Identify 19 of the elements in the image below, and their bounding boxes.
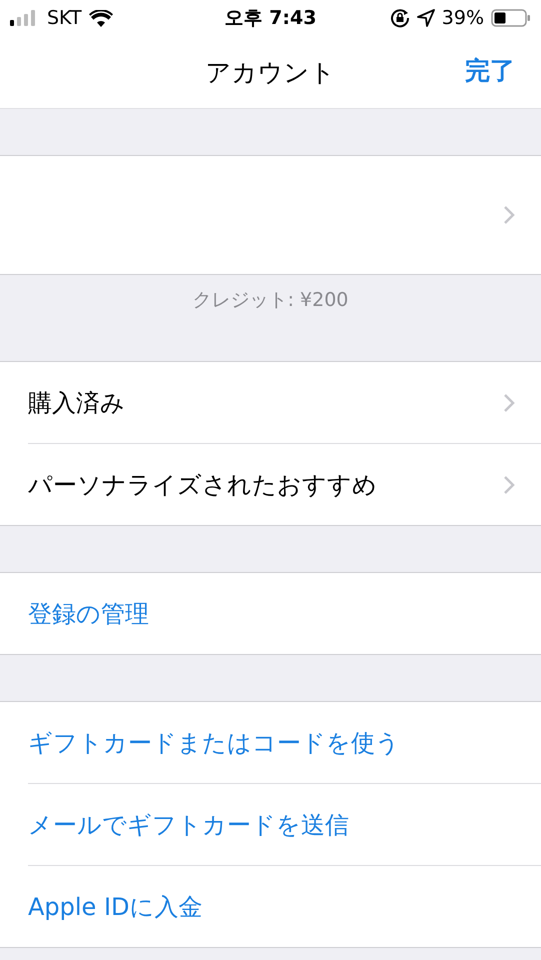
battery-icon xyxy=(491,9,531,27)
list-row[interactable]: ギフトカードまたはコードを使う xyxy=(0,702,541,783)
chevron-icon xyxy=(503,474,515,494)
orientation-lock-icon xyxy=(390,8,410,28)
status-time: 오후 7:43 xyxy=(224,6,316,31)
list-row[interactable]: 購入済み xyxy=(0,362,541,443)
list-row[interactable]: メールでギフトカードを送信 xyxy=(28,783,541,865)
done-button[interactable]: 完了 xyxy=(465,54,515,87)
location-arrow-icon xyxy=(416,9,435,27)
list-row[interactable]: パーソナライズされたおすすめ xyxy=(28,443,541,525)
list-row[interactable]: Apple IDに入金 xyxy=(28,865,541,947)
list-row[interactable]: 登録の管理 xyxy=(0,573,541,654)
credit-text: クレジット: ¥200 xyxy=(192,288,348,313)
battery-percent: 39% xyxy=(442,7,484,29)
carrier-name: SKT xyxy=(47,7,82,29)
wifi-icon xyxy=(88,10,113,26)
chevron-icon xyxy=(503,205,515,225)
chevron-icon xyxy=(503,392,515,412)
nav-title: アカウント xyxy=(206,56,336,88)
